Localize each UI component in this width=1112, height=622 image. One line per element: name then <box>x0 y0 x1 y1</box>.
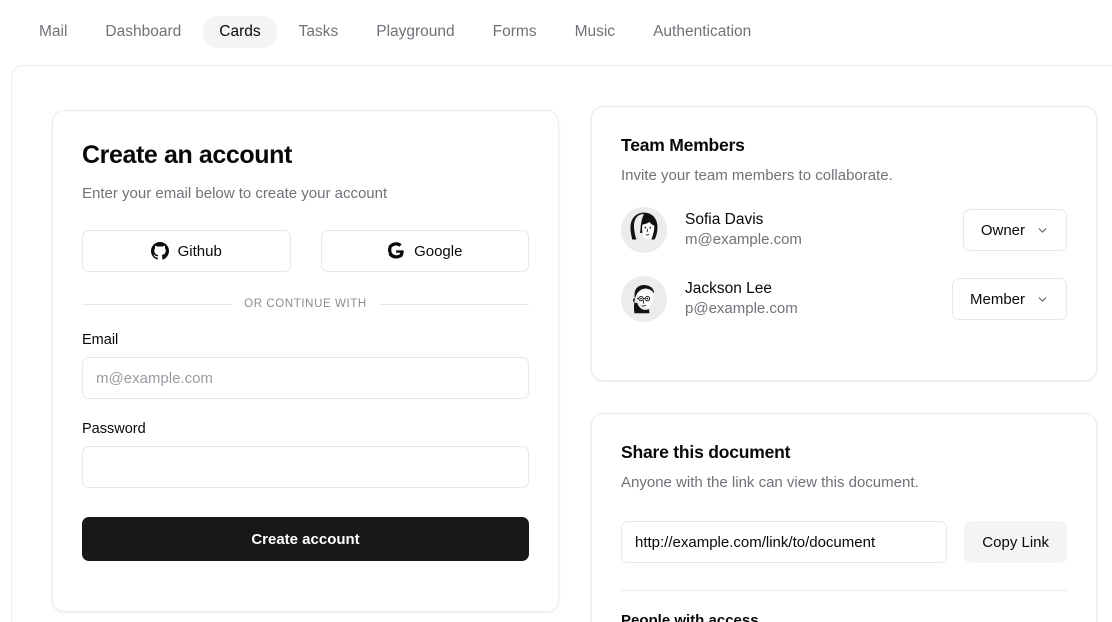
github-icon <box>151 242 169 260</box>
share-document-card: Share this document Anyone with the link… <box>591 413 1097 622</box>
avatar-jackson-lee <box>621 276 667 322</box>
divider-line-left <box>82 304 232 305</box>
nav-item-cards[interactable]: Cards <box>202 16 277 48</box>
member-info: Jackson Lee p@example.com <box>685 279 952 320</box>
google-login-button[interactable]: Google <box>321 230 530 272</box>
chevron-down-icon <box>1036 224 1049 237</box>
create-account-button[interactable]: Create account <box>82 517 529 561</box>
member-email: p@example.com <box>685 299 952 319</box>
main-navigation: Mail Dashboard Cards Tasks Playground Fo… <box>0 0 1112 64</box>
email-field[interactable] <box>82 357 529 399</box>
share-link-input[interactable] <box>621 521 947 563</box>
team-members-title: Team Members <box>621 135 1067 156</box>
app-root: Mail Dashboard Cards Tasks Playground Fo… <box>0 0 1112 622</box>
copy-link-button[interactable]: Copy Link <box>964 521 1067 563</box>
member-name: Sofia Davis <box>685 210 963 229</box>
nav-item-music[interactable]: Music <box>558 16 632 48</box>
password-label: Password <box>82 421 529 437</box>
role-select-jackson-lee[interactable]: Member <box>952 278 1067 320</box>
oauth-button-row: Github Google <box>82 230 529 272</box>
create-account-card: Create an account Enter your email below… <box>52 110 559 612</box>
page-title: Create an account <box>82 141 529 170</box>
password-field[interactable] <box>82 446 529 488</box>
role-select-label: Member <box>970 291 1025 308</box>
member-email: m@example.com <box>685 230 963 250</box>
share-divider <box>621 590 1067 591</box>
or-continue-divider: OR CONTINUE WITH <box>82 298 529 310</box>
divider-line-right <box>379 304 529 305</box>
people-with-access-title: People with access <box>621 612 1067 622</box>
role-select-label: Owner <box>981 222 1025 239</box>
github-login-label: Github <box>178 243 222 260</box>
divider-label: OR CONTINUE WITH <box>244 298 367 310</box>
share-document-description: Anyone with the link can view this docum… <box>621 474 1067 491</box>
team-member-row: Sofia Davis m@example.com Owner <box>621 207 1067 253</box>
share-document-title: Share this document <box>621 442 1067 463</box>
role-select-sofia-davis[interactable]: Owner <box>963 209 1067 251</box>
avatar-sofia-davis <box>621 207 667 253</box>
nav-item-playground[interactable]: Playground <box>359 16 471 48</box>
nav-item-forms[interactable]: Forms <box>476 16 554 48</box>
email-label: Email <box>82 332 529 348</box>
nav-item-dashboard[interactable]: Dashboard <box>88 16 198 48</box>
google-login-label: Google <box>414 243 462 260</box>
member-name: Jackson Lee <box>685 279 952 298</box>
github-login-button[interactable]: Github <box>82 230 291 272</box>
member-info: Sofia Davis m@example.com <box>685 210 963 251</box>
nav-item-mail[interactable]: Mail <box>22 16 84 48</box>
google-icon <box>387 242 405 260</box>
team-members-description: Invite your team members to collaborate. <box>621 167 1067 184</box>
create-account-description: Enter your email below to create your ac… <box>82 184 529 204</box>
nav-item-tasks[interactable]: Tasks <box>282 16 356 48</box>
nav-item-authentication[interactable]: Authentication <box>636 16 768 48</box>
team-member-row: Jackson Lee p@example.com Member <box>621 276 1067 322</box>
chevron-down-icon <box>1036 293 1049 306</box>
team-members-card: Team Members Invite your team members to… <box>591 106 1097 381</box>
share-link-row: Copy Link <box>621 521 1067 563</box>
